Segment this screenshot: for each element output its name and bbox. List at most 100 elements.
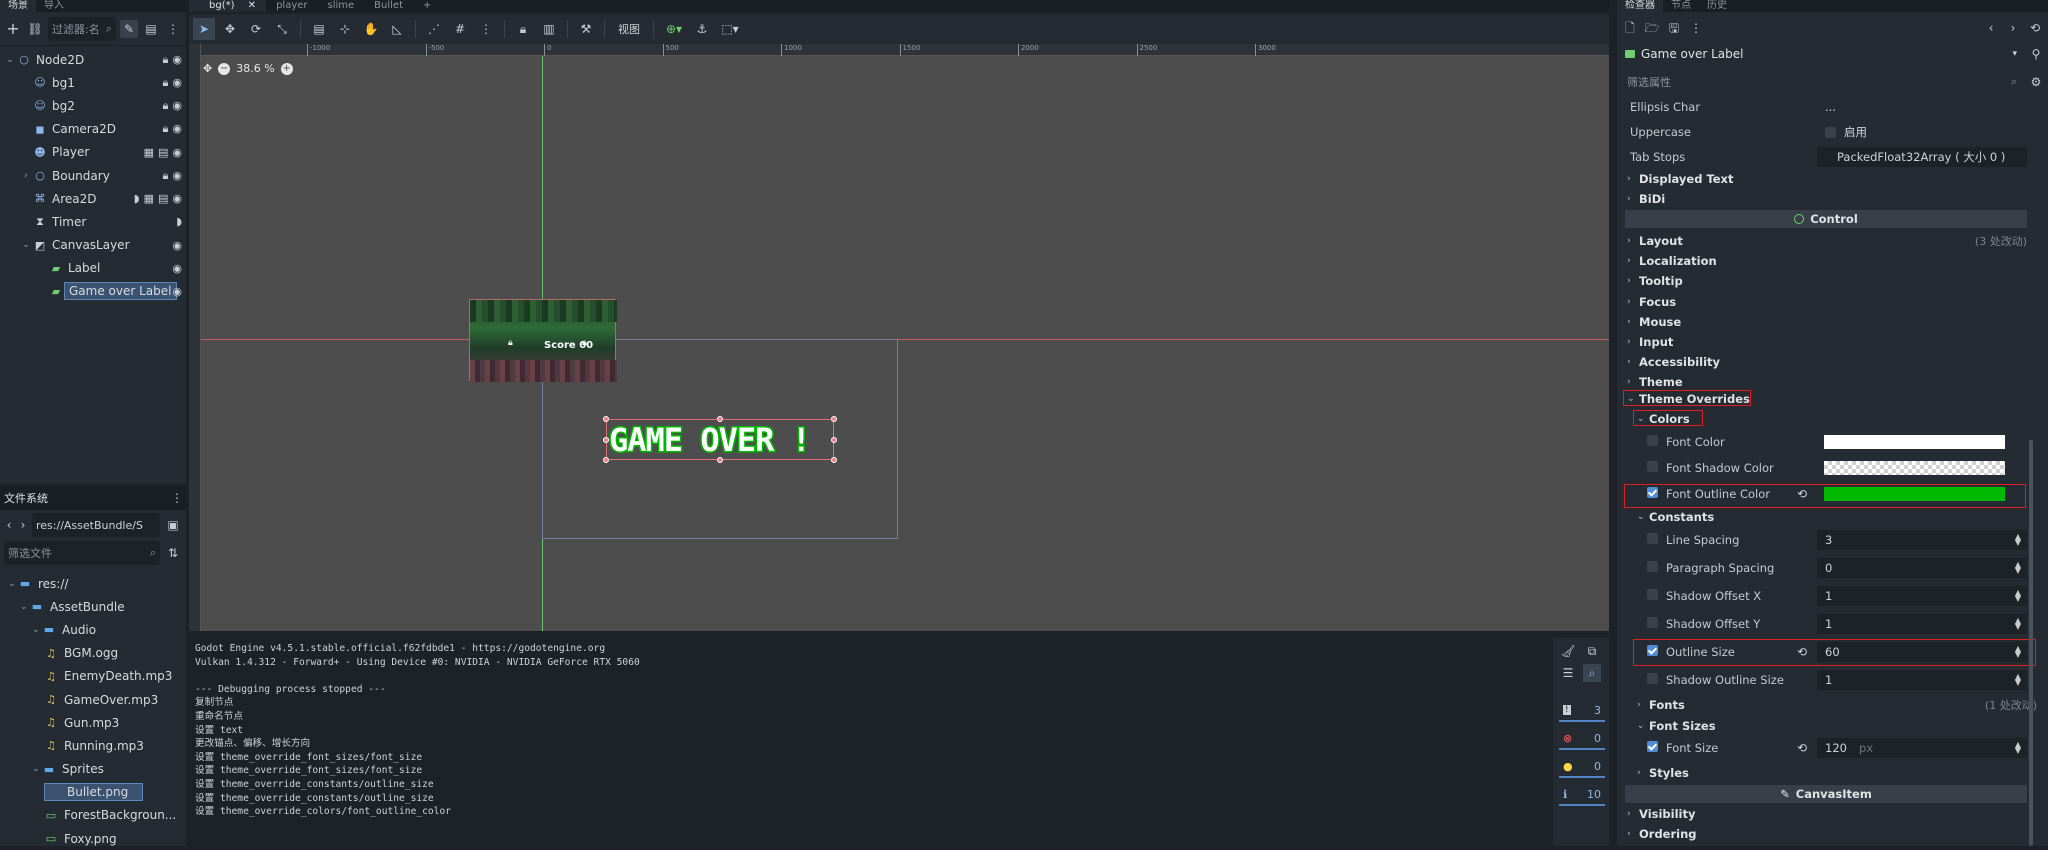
- section-layout[interactable]: › Layout (3 处改动): [1627, 232, 2027, 250]
- resize-handle[interactable]: [603, 457, 609, 463]
- checkbox[interactable]: [1647, 741, 1658, 752]
- section-font-sizes[interactable]: ⌄ Font Sizes: [1637, 717, 2037, 735]
- scene-node-row[interactable]: ⌄ ○ Node2D 🔒︎ ◉: [0, 48, 186, 71]
- lock-icon[interactable]: 🔒︎: [512, 18, 534, 40]
- menu-icon[interactable]: ⋮: [168, 489, 186, 507]
- scene-node-row[interactable]: ▰ Label ◉: [0, 257, 186, 280]
- section-theme[interactable]: › Theme: [1627, 373, 2027, 391]
- prop-value[interactable]: ...: [1817, 97, 2027, 117]
- font-size-field[interactable]: 120 px ▲ ▼: [1817, 738, 2027, 758]
- scene-node-row[interactable]: ☺ bg1 🔒︎ ◉: [0, 71, 186, 94]
- section-fonts[interactable]: › Fonts (1 处改动): [1637, 696, 2037, 714]
- script-icon[interactable]: ▤: [142, 20, 160, 38]
- section-visibility[interactable]: › Visibility: [1627, 805, 2027, 823]
- signal-icon[interactable]: ◗: [176, 215, 182, 228]
- file-item[interactable]: ♫ GameOver.mp3: [0, 688, 186, 711]
- grid-snap-icon[interactable]: #: [449, 18, 471, 40]
- section-tooltip[interactable]: › Tooltip: [1627, 272, 2027, 290]
- file-item[interactable]: ♫ Gun.mp3: [0, 711, 186, 734]
- file-item[interactable]: ▭ Foxy.png: [0, 827, 186, 850]
- messages-filter[interactable]: ! 3: [1559, 700, 1605, 722]
- section-styles[interactable]: › Styles: [1637, 764, 2037, 782]
- file-item[interactable]: ▭ ForestBackgroun...: [0, 804, 186, 827]
- info-filter[interactable]: ℹ 10: [1559, 784, 1605, 806]
- revert-icon[interactable]: ⟲: [1797, 741, 1807, 755]
- section-mouse[interactable]: › Mouse: [1627, 313, 2027, 331]
- history-forward-icon[interactable]: ›: [2004, 19, 2022, 37]
- checkbox[interactable]: [1647, 561, 1658, 572]
- scene-node-row[interactable]: ☺ bg2 🔒︎ ◉: [0, 94, 186, 117]
- chevron-down-icon[interactable]: ⌄: [32, 625, 42, 635]
- scene-node-row[interactable]: › ○ Boundary 🔒︎ ◉: [0, 164, 186, 187]
- link-icon[interactable]: ⛓: [26, 20, 44, 38]
- spinner-icon[interactable]: ▲ ▼: [2015, 617, 2021, 631]
- eye-icon[interactable]: ◉: [172, 285, 182, 298]
- menu-icon[interactable]: ⋮: [1687, 19, 1705, 37]
- checkbox[interactable]: [1647, 617, 1658, 628]
- tab-bullet[interactable]: Bullet: [364, 0, 413, 12]
- spinner-icon[interactable]: ▲ ▼: [2015, 673, 2021, 687]
- chevron-down-icon[interactable]: ⌄: [20, 240, 32, 250]
- lock-icon[interactable]: 🔒︎: [163, 99, 169, 113]
- smart-snap-icon[interactable]: ⋰: [423, 18, 445, 40]
- script-icon[interactable]: ▤: [158, 146, 168, 159]
- search-output-icon[interactable]: ⌕: [1583, 664, 1601, 682]
- checkbox[interactable]: [1825, 126, 1836, 138]
- background-sprite[interactable]: Score 00 🔒︎ 🔒︎: [469, 299, 617, 382]
- constant-field[interactable]: 0 ▲ ▼: [1817, 558, 2027, 578]
- tab-import[interactable]: 导入: [36, 0, 72, 12]
- spinner-icon[interactable]: ▲ ▼: [2015, 533, 2021, 547]
- back-icon[interactable]: ‹: [4, 516, 14, 534]
- snap-options-icon[interactable]: ⋮: [475, 18, 497, 40]
- resize-handle[interactable]: [717, 457, 723, 463]
- zoom-out-icon[interactable]: −: [218, 62, 231, 75]
- clear-output-icon[interactable]: 🧹︎: [1559, 642, 1577, 660]
- chevron-down-icon[interactable]: ⌄: [4, 55, 16, 65]
- pivot-icon[interactable]: ⊹: [334, 18, 356, 40]
- eye-icon[interactable]: ◉: [172, 262, 182, 275]
- tab-bg[interactable]: bg(*) ✕: [189, 0, 267, 12]
- chevron-down-icon[interactable]: ⌄: [32, 764, 42, 774]
- resize-handle[interactable]: [603, 436, 609, 443]
- tool-icon[interactable]: ⚲: [2027, 45, 2045, 63]
- spinner-icon[interactable]: ▲ ▼: [2015, 561, 2021, 575]
- menu-icon[interactable]: ⋮: [164, 20, 182, 38]
- file-item[interactable]: ⌄ ▬ Audio: [0, 618, 186, 641]
- save-icon[interactable]: 🖫︎: [1665, 19, 1683, 37]
- film-icon[interactable]: ▦: [144, 146, 154, 159]
- chevron-right-icon[interactable]: ›: [20, 171, 32, 181]
- copy-output-icon[interactable]: ⧉: [1583, 642, 1601, 660]
- lock-icon[interactable]: 🔒︎: [163, 169, 169, 183]
- errors-filter[interactable]: ⊗ 0: [1559, 728, 1605, 750]
- eye-icon[interactable]: ◉: [172, 146, 182, 159]
- resize-handle[interactable]: [831, 457, 837, 463]
- path-field[interactable]: res://AssetBundle/S: [32, 513, 160, 537]
- file-item[interactable]: ♫ Running.mp3: [0, 734, 186, 757]
- split-view-icon[interactable]: ▣: [164, 516, 182, 534]
- resize-handle[interactable]: [831, 416, 837, 422]
- section-bidi[interactable]: › BiDi: [1627, 190, 2027, 208]
- section-ordering[interactable]: › Ordering: [1627, 825, 2027, 843]
- tab-player[interactable]: player: [266, 0, 317, 12]
- checkbox[interactable]: [1647, 589, 1658, 600]
- canvas-viewport[interactable]: -1000 -500 0 500 1000 1500 2000 2500 3000 ✥ − 38…: [189, 44, 1609, 631]
- tab-scene[interactable]: 场景: [0, 0, 36, 12]
- constant-field[interactable]: 1 ▲ ▼: [1817, 586, 2027, 606]
- scene-node-row[interactable]: ⌄ ◩ CanvasLayer ◉: [0, 234, 186, 257]
- add-tab-icon[interactable]: +: [413, 0, 441, 12]
- node-selector[interactable]: Game over Label ▾: [1621, 42, 2023, 66]
- spinner-icon[interactable]: ▲ ▼: [2015, 589, 2021, 603]
- zoom-in-icon[interactable]: +: [280, 62, 293, 75]
- center-view-icon[interactable]: ✥: [203, 62, 212, 75]
- container-sizing-icon[interactable]: ⬚▾: [717, 18, 743, 40]
- scene-node-row[interactable]: ⌘ Area2D ◗ ▦ ▤ ◉: [0, 187, 186, 210]
- checkbox[interactable]: [1647, 435, 1658, 446]
- ruler-icon[interactable]: ◺: [386, 18, 408, 40]
- sort-icon[interactable]: ⇅: [164, 544, 182, 562]
- add-node-icon[interactable]: +: [4, 20, 22, 38]
- constant-field[interactable]: 1 ▲ ▼: [1817, 614, 2027, 634]
- section-focus[interactable]: › Focus: [1627, 293, 2027, 311]
- checkbox[interactable]: [1647, 533, 1658, 544]
- scene-node-row[interactable]: ⧗ Timer ◗: [0, 210, 186, 233]
- eye-icon[interactable]: ◉: [172, 169, 182, 183]
